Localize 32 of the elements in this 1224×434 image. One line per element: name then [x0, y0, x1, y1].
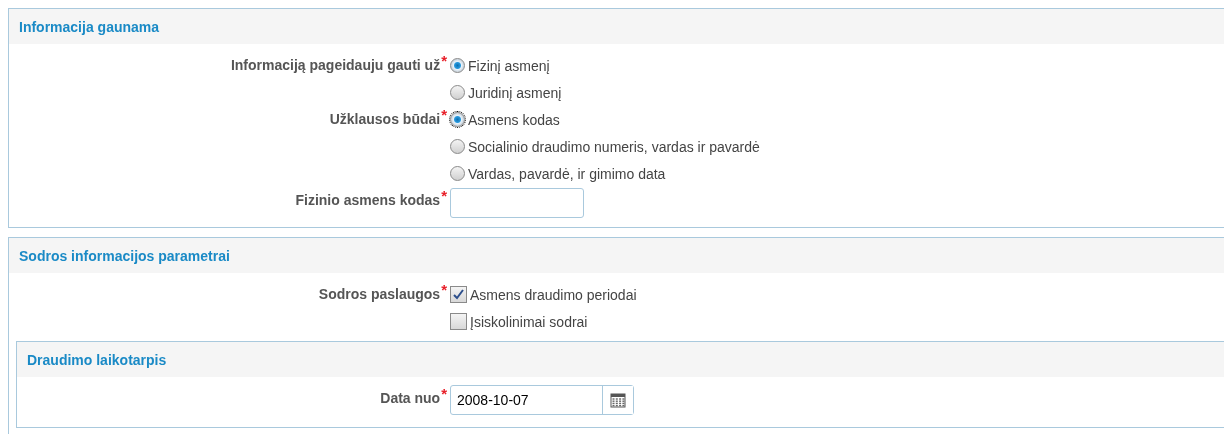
field-label: Fizinio asmens kodas [295, 192, 441, 209]
panel-heading: Draudimo laikotarpis [17, 342, 1224, 377]
radio-option[interactable]: Vardas, pavardė, ir gimimo data [450, 160, 760, 187]
calendar-icon [610, 392, 626, 408]
field-label: Sodros paslaugos [318, 286, 441, 303]
checkbox[interactable] [450, 313, 467, 330]
panel-heading: Sodros informacijos parametrai [9, 238, 1224, 273]
radio-option[interactable]: Socialinio draudimo numeris, vardas ir pavardė [450, 133, 760, 160]
radio-option[interactable]: Juridinį asmenį [450, 79, 562, 106]
field-label: Informaciją pageidauju gauti už [230, 57, 441, 74]
date-field[interactable]: 2008-10-07 [451, 386, 602, 414]
radio-button[interactable] [450, 85, 465, 100]
required-mark: * [441, 385, 447, 402]
radio-button[interactable] [450, 58, 465, 73]
radio-button[interactable] [450, 166, 465, 181]
field-label: Užklausos būdai [329, 111, 441, 128]
radio-button[interactable] [450, 139, 465, 154]
input-field[interactable] [450, 188, 584, 218]
calendar-button[interactable] [602, 386, 633, 414]
checkbox-option[interactable]: Įsiskolinimai sodrai [450, 308, 637, 335]
checkbox[interactable] [450, 286, 467, 303]
required-mark: * [441, 52, 447, 69]
date-picker[interactable]: 2008-10-07 [450, 385, 634, 415]
required-mark: * [441, 187, 447, 204]
required-mark: * [441, 106, 447, 123]
radio-option[interactable]: Asmens kodas [450, 106, 760, 133]
panel-heading: Informacija gaunama [9, 9, 1224, 44]
radio-option[interactable]: Fizinį asmenį [450, 52, 562, 79]
radio-button[interactable] [450, 112, 465, 127]
required-mark: * [441, 281, 447, 298]
checkbox-option[interactable]: Asmens draudimo periodai [450, 281, 637, 308]
field-label: Data nuo [380, 390, 441, 407]
